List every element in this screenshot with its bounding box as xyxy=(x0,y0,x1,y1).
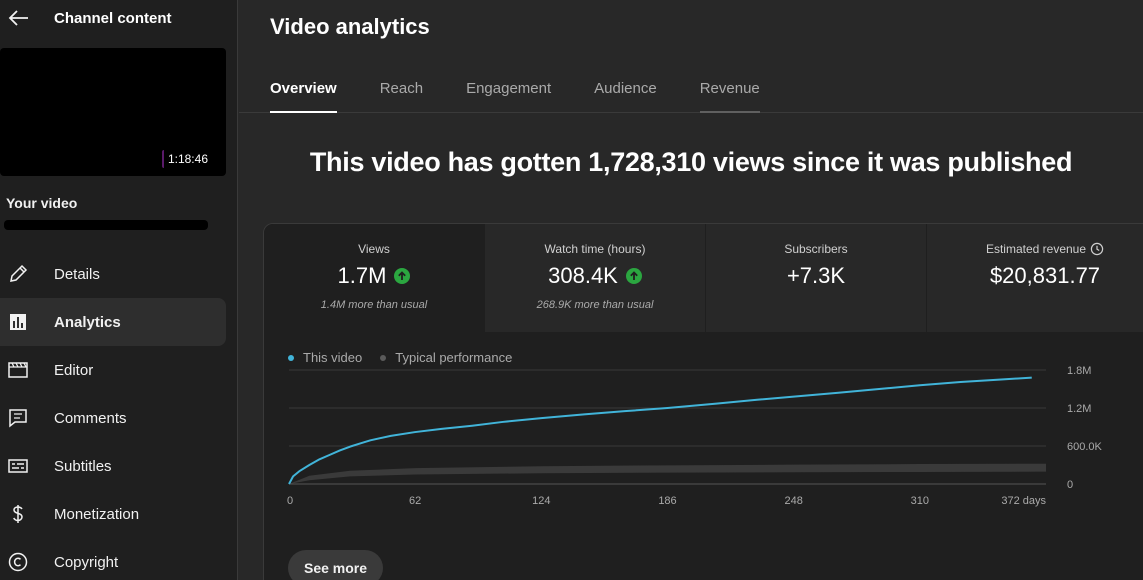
sidebar-item-label: Details xyxy=(54,265,100,283)
views-headline: This video has gotten 1,728,310 views si… xyxy=(309,147,1073,177)
main-content: Video analytics Overview Reach Engagemen… xyxy=(239,0,1143,580)
sidebar-item-label: Monetization xyxy=(54,505,140,523)
arrow-up-icon xyxy=(394,268,411,284)
metric-views[interactable]: Views 1.7M 1.4M more than usual xyxy=(264,224,485,332)
legend-item-typical: Typical performance xyxy=(380,350,512,365)
metric-label: Watch time (hours) xyxy=(544,242,646,256)
x-tick-label: 186 xyxy=(658,495,676,507)
metric-value-row: $20,831.77 xyxy=(927,263,1143,289)
y-tick-label: 1.8M xyxy=(1067,365,1091,377)
views-chart[interactable]: 0 600.0K 1.2M 1.8M 0 62 124 186 248 310 372 days xyxy=(264,364,1143,534)
sidebar-item-label: Editor xyxy=(54,361,94,379)
y-tick-label: 0 xyxy=(1067,479,1073,491)
your-video-label: Your video xyxy=(6,195,78,211)
metric-value: 1.7M xyxy=(337,263,387,288)
sidebar-item-subtitles[interactable]: Subtitles xyxy=(0,442,226,490)
metric-label: Estimated revenue xyxy=(985,242,1087,256)
metric-value-row: 1.7M xyxy=(264,263,484,289)
sidebar-item-label: Subtitles xyxy=(54,457,112,475)
video-duration: 1:18:46 xyxy=(161,150,212,168)
metric-comparison: 1.4M more than usual xyxy=(320,299,428,311)
video-title-redacted xyxy=(4,220,208,230)
sidebar-title: Channel content xyxy=(54,10,172,27)
metric-estimated-revenue[interactable]: Estimated revenue $20,831.77 xyxy=(927,224,1143,332)
legend-label: Typical performance xyxy=(395,350,513,365)
tab-overview[interactable]: Overview xyxy=(270,79,337,113)
arrow-left-icon xyxy=(8,10,28,26)
metric-watch-time[interactable]: Watch time (hours) 308.4K 268.9K more th… xyxy=(485,224,706,332)
legend-item-this-video: This video xyxy=(288,350,362,365)
legend-dot xyxy=(288,354,294,361)
sidebar-item-label: Comments xyxy=(54,409,127,427)
x-tick-label: 310 xyxy=(911,495,929,507)
chart-legend: This video Typical performance xyxy=(288,350,512,365)
main-header: Video analytics Overview Reach Engagemen… xyxy=(239,0,1143,113)
page-title: Video analytics xyxy=(270,14,430,39)
x-tick-label: 62 xyxy=(409,495,421,507)
back-button[interactable] xyxy=(6,6,32,30)
y-tick-label: 1.2M xyxy=(1067,403,1091,415)
metric-value: 308.4K xyxy=(548,263,618,288)
clapper-icon xyxy=(6,358,30,382)
metric-tabs: Views 1.7M 1.4M more than usual Watch ti… xyxy=(264,224,1143,332)
sidebar-item-monetization[interactable]: Monetization xyxy=(0,490,226,538)
x-tick-label: 0 xyxy=(287,495,293,507)
metric-value: +7.3K xyxy=(786,263,846,288)
metric-value: $20,831.77 xyxy=(989,263,1101,288)
sidebar-item-label: Copyright xyxy=(54,553,119,571)
y-tick-label: 600.0K xyxy=(1067,441,1103,453)
sidebar-item-comments[interactable]: Comments xyxy=(0,394,226,442)
metric-label: Views xyxy=(358,242,390,256)
tab-audience[interactable]: Audience xyxy=(594,79,657,113)
see-more-button[interactable]: See more xyxy=(288,550,384,580)
tab-revenue[interactable]: Revenue xyxy=(699,79,760,113)
pencil-icon xyxy=(6,262,30,286)
tab-reach[interactable]: Reach xyxy=(380,79,423,113)
sidebar-item-details[interactable]: Details xyxy=(0,250,226,298)
dollar-icon xyxy=(6,502,30,526)
analytics-icon xyxy=(6,310,30,334)
sidebar: Channel content 1:18:46 Your video Detai… xyxy=(0,0,238,580)
sidebar-header: Channel content xyxy=(0,0,238,36)
x-tick-label: 124 xyxy=(532,495,550,507)
sidebar-item-copyright[interactable]: Copyright xyxy=(0,538,226,580)
video-thumbnail[interactable]: 1:18:46 xyxy=(0,48,226,176)
sidebar-item-label: Analytics xyxy=(54,313,121,331)
tab-engagement[interactable]: Engagement xyxy=(466,79,551,113)
metric-value-row: 308.4K xyxy=(485,263,705,289)
subtitles-icon xyxy=(6,454,30,478)
metric-label-row: Estimated revenue xyxy=(927,242,1143,259)
sidebar-nav: Details Analytics Editor Comments Subtit… xyxy=(0,250,226,580)
tab-bar: Overview Reach Engagement Audience Reven… xyxy=(270,79,803,113)
metric-subscribers[interactable]: Subscribers +7.3K xyxy=(706,224,927,332)
x-tick-label: 248 xyxy=(784,495,802,507)
copyright-icon xyxy=(6,550,30,574)
sidebar-item-editor[interactable]: Editor xyxy=(0,346,226,394)
clock-icon xyxy=(1090,242,1104,259)
metric-comparison: 268.9K more than usual xyxy=(536,299,654,311)
overview-card: Views 1.7M 1.4M more than usual Watch ti… xyxy=(263,223,1143,580)
metric-label: Subscribers xyxy=(784,242,848,256)
sidebar-item-analytics[interactable]: Analytics xyxy=(0,298,226,346)
comment-icon xyxy=(6,406,30,430)
typical-performance-band xyxy=(289,463,1046,484)
legend-label: This video xyxy=(303,350,363,365)
legend-dot xyxy=(380,354,387,361)
x-tick-label: 372 days xyxy=(1001,495,1046,507)
arrow-up-icon xyxy=(625,268,642,284)
metric-value-row: +7.3K xyxy=(706,263,926,289)
